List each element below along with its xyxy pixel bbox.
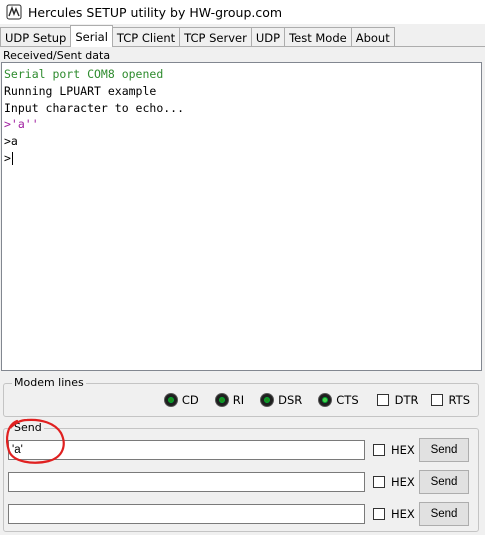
modem-indicators: CD RI DSR CTS DTR RTS — [163, 393, 470, 407]
dtr-checkbox[interactable] — [376, 394, 389, 406]
send-input-1[interactable] — [8, 440, 365, 460]
rts-checkbox[interactable] — [430, 394, 443, 406]
tab-serial[interactable]: Serial — [70, 25, 113, 47]
send-input-2[interactable] — [8, 472, 365, 492]
hex-option-3[interactable]: HEX — [373, 507, 417, 521]
tab-label: TCP Client — [116, 30, 176, 45]
cts-led-icon — [318, 393, 333, 407]
modem-lines-label: Modem lines — [12, 376, 86, 389]
send-input-3[interactable] — [8, 504, 365, 524]
tab-about[interactable]: About — [350, 27, 395, 47]
dsr-led-icon — [260, 393, 275, 407]
send-row-1: HEX Send — [8, 438, 469, 462]
window-title: Hercules SETUP utility by HW-group.com — [28, 4, 283, 20]
send-row-2: HEX Send — [8, 470, 469, 494]
rts-label: RTS — [448, 393, 470, 407]
terminal-line: Input character to echo... — [4, 100, 185, 115]
terminal-line: >'a'' — [4, 117, 39, 132]
text-caret — [11, 151, 13, 165]
tab-label: Serial — [75, 29, 108, 44]
tab-test-mode[interactable]: Test Mode — [284, 27, 352, 47]
cd-label: CD — [181, 393, 199, 407]
received-data-terminal[interactable]: Serial port COM8 opened Running LPUART e… — [1, 62, 482, 371]
dtr-label: DTR — [394, 393, 419, 407]
hex-label: HEX — [391, 443, 415, 457]
hex-option-1[interactable]: HEX — [373, 443, 417, 457]
tab-strip: UDP Setup Serial TCP Client TCP Server U… — [0, 25, 395, 47]
terminal-line: >a — [4, 134, 18, 149]
tab-tcp-client[interactable]: TCP Client — [111, 27, 181, 47]
ri-led-icon — [214, 393, 229, 407]
tab-label: UDP — [255, 30, 281, 45]
terminal-line-cursor: > — [4, 150, 479, 167]
hex-checkbox-1[interactable] — [373, 444, 385, 456]
send-row-3: HEX Send — [8, 502, 469, 526]
hex-option-2[interactable]: HEX — [373, 475, 417, 489]
tab-label: Test Mode — [289, 30, 347, 45]
hex-checkbox-2[interactable] — [373, 476, 385, 488]
cd-led-icon — [163, 393, 178, 407]
tab-label: TCP Server — [184, 30, 247, 45]
ri-label: RI — [232, 393, 245, 407]
terminal-line: Running LPUART example — [4, 83, 157, 98]
hex-label: HEX — [391, 507, 415, 521]
tab-label: UDP Setup — [5, 30, 67, 45]
tab-tcp-server[interactable]: TCP Server — [179, 27, 252, 47]
hercules-app-icon — [6, 4, 22, 20]
title-bar: Hercules SETUP utility by HW-group.com — [0, 0, 485, 24]
send-button-1[interactable]: Send — [419, 438, 469, 462]
received-data-label: Received/Sent data — [2, 49, 112, 62]
hex-checkbox-3[interactable] — [373, 508, 385, 520]
terminal-line: Serial port COM8 opened — [4, 67, 164, 81]
tab-udp-setup[interactable]: UDP Setup — [0, 27, 72, 47]
cts-label: CTS — [336, 393, 359, 407]
terminal-prompt: > — [4, 150, 11, 165]
send-group-label: Send — [12, 421, 44, 434]
modem-lines-group: Modem lines CD RI DSR CTS DTR RTS — [3, 376, 479, 417]
tab-label: About — [355, 30, 390, 45]
dsr-label: DSR — [278, 393, 303, 407]
tab-udp[interactable]: UDP — [250, 27, 286, 47]
hex-label: HEX — [391, 475, 415, 489]
send-button-3[interactable]: Send — [419, 502, 469, 526]
send-button-2[interactable]: Send — [419, 470, 469, 494]
